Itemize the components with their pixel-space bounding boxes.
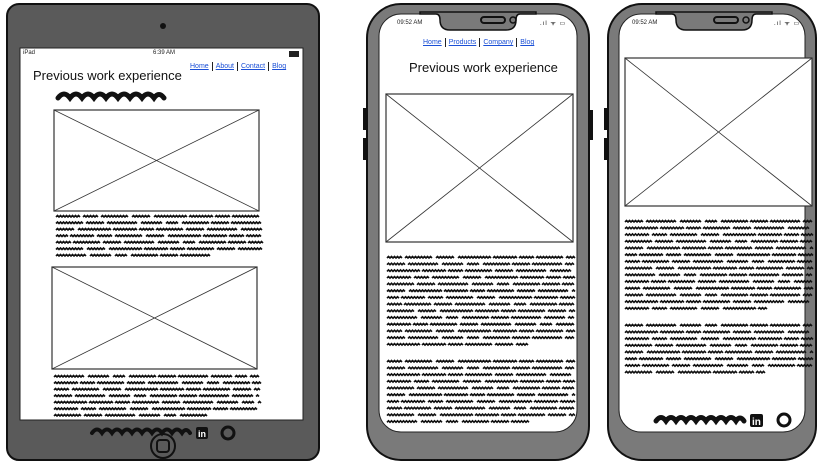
battery-icon bbox=[289, 51, 299, 57]
phone2-image-placeholder bbox=[624, 57, 813, 207]
nav-home[interactable]: Home bbox=[423, 39, 442, 46]
phone1-page-title: Previous work experience bbox=[409, 60, 558, 75]
phone2-signal-wifi-battery: .ıl ᯤ ▭ bbox=[774, 21, 801, 27]
phone1-image-placeholder bbox=[385, 93, 574, 243]
phone1-nav: Home Products Company Blog bbox=[423, 38, 534, 47]
tablet-status-time: 6:39 AM bbox=[153, 50, 176, 56]
nav-home[interactable]: Home bbox=[190, 63, 209, 70]
nav-contact[interactable]: Contact bbox=[241, 63, 265, 70]
phone1-signal-wifi-battery: .ıl ᯤ ▭ bbox=[540, 21, 567, 27]
phone2-status-time: 09:52 AM bbox=[632, 20, 658, 26]
nav-blog[interactable]: Blog bbox=[272, 63, 286, 70]
tablet-page-title: Previous work experience bbox=[33, 68, 182, 83]
tablet-nav: Home About Contact Blog bbox=[190, 62, 286, 71]
phone1-status-time: 09:52 AM bbox=[397, 20, 423, 26]
svg-text:in: in bbox=[198, 429, 206, 439]
svg-text:in: in bbox=[752, 417, 761, 428]
nav-blog[interactable]: Blog bbox=[520, 39, 534, 46]
tablet-image-placeholder-2 bbox=[51, 266, 258, 370]
home-button-icon bbox=[150, 433, 176, 459]
nav-about[interactable]: About bbox=[216, 63, 234, 70]
tablet-status-device: iPad bbox=[23, 50, 36, 56]
nav-products[interactable]: Products bbox=[449, 39, 477, 46]
tablet-camera bbox=[160, 23, 166, 29]
nav-company[interactable]: Company bbox=[483, 39, 513, 46]
tablet-image-placeholder-1 bbox=[53, 109, 260, 212]
